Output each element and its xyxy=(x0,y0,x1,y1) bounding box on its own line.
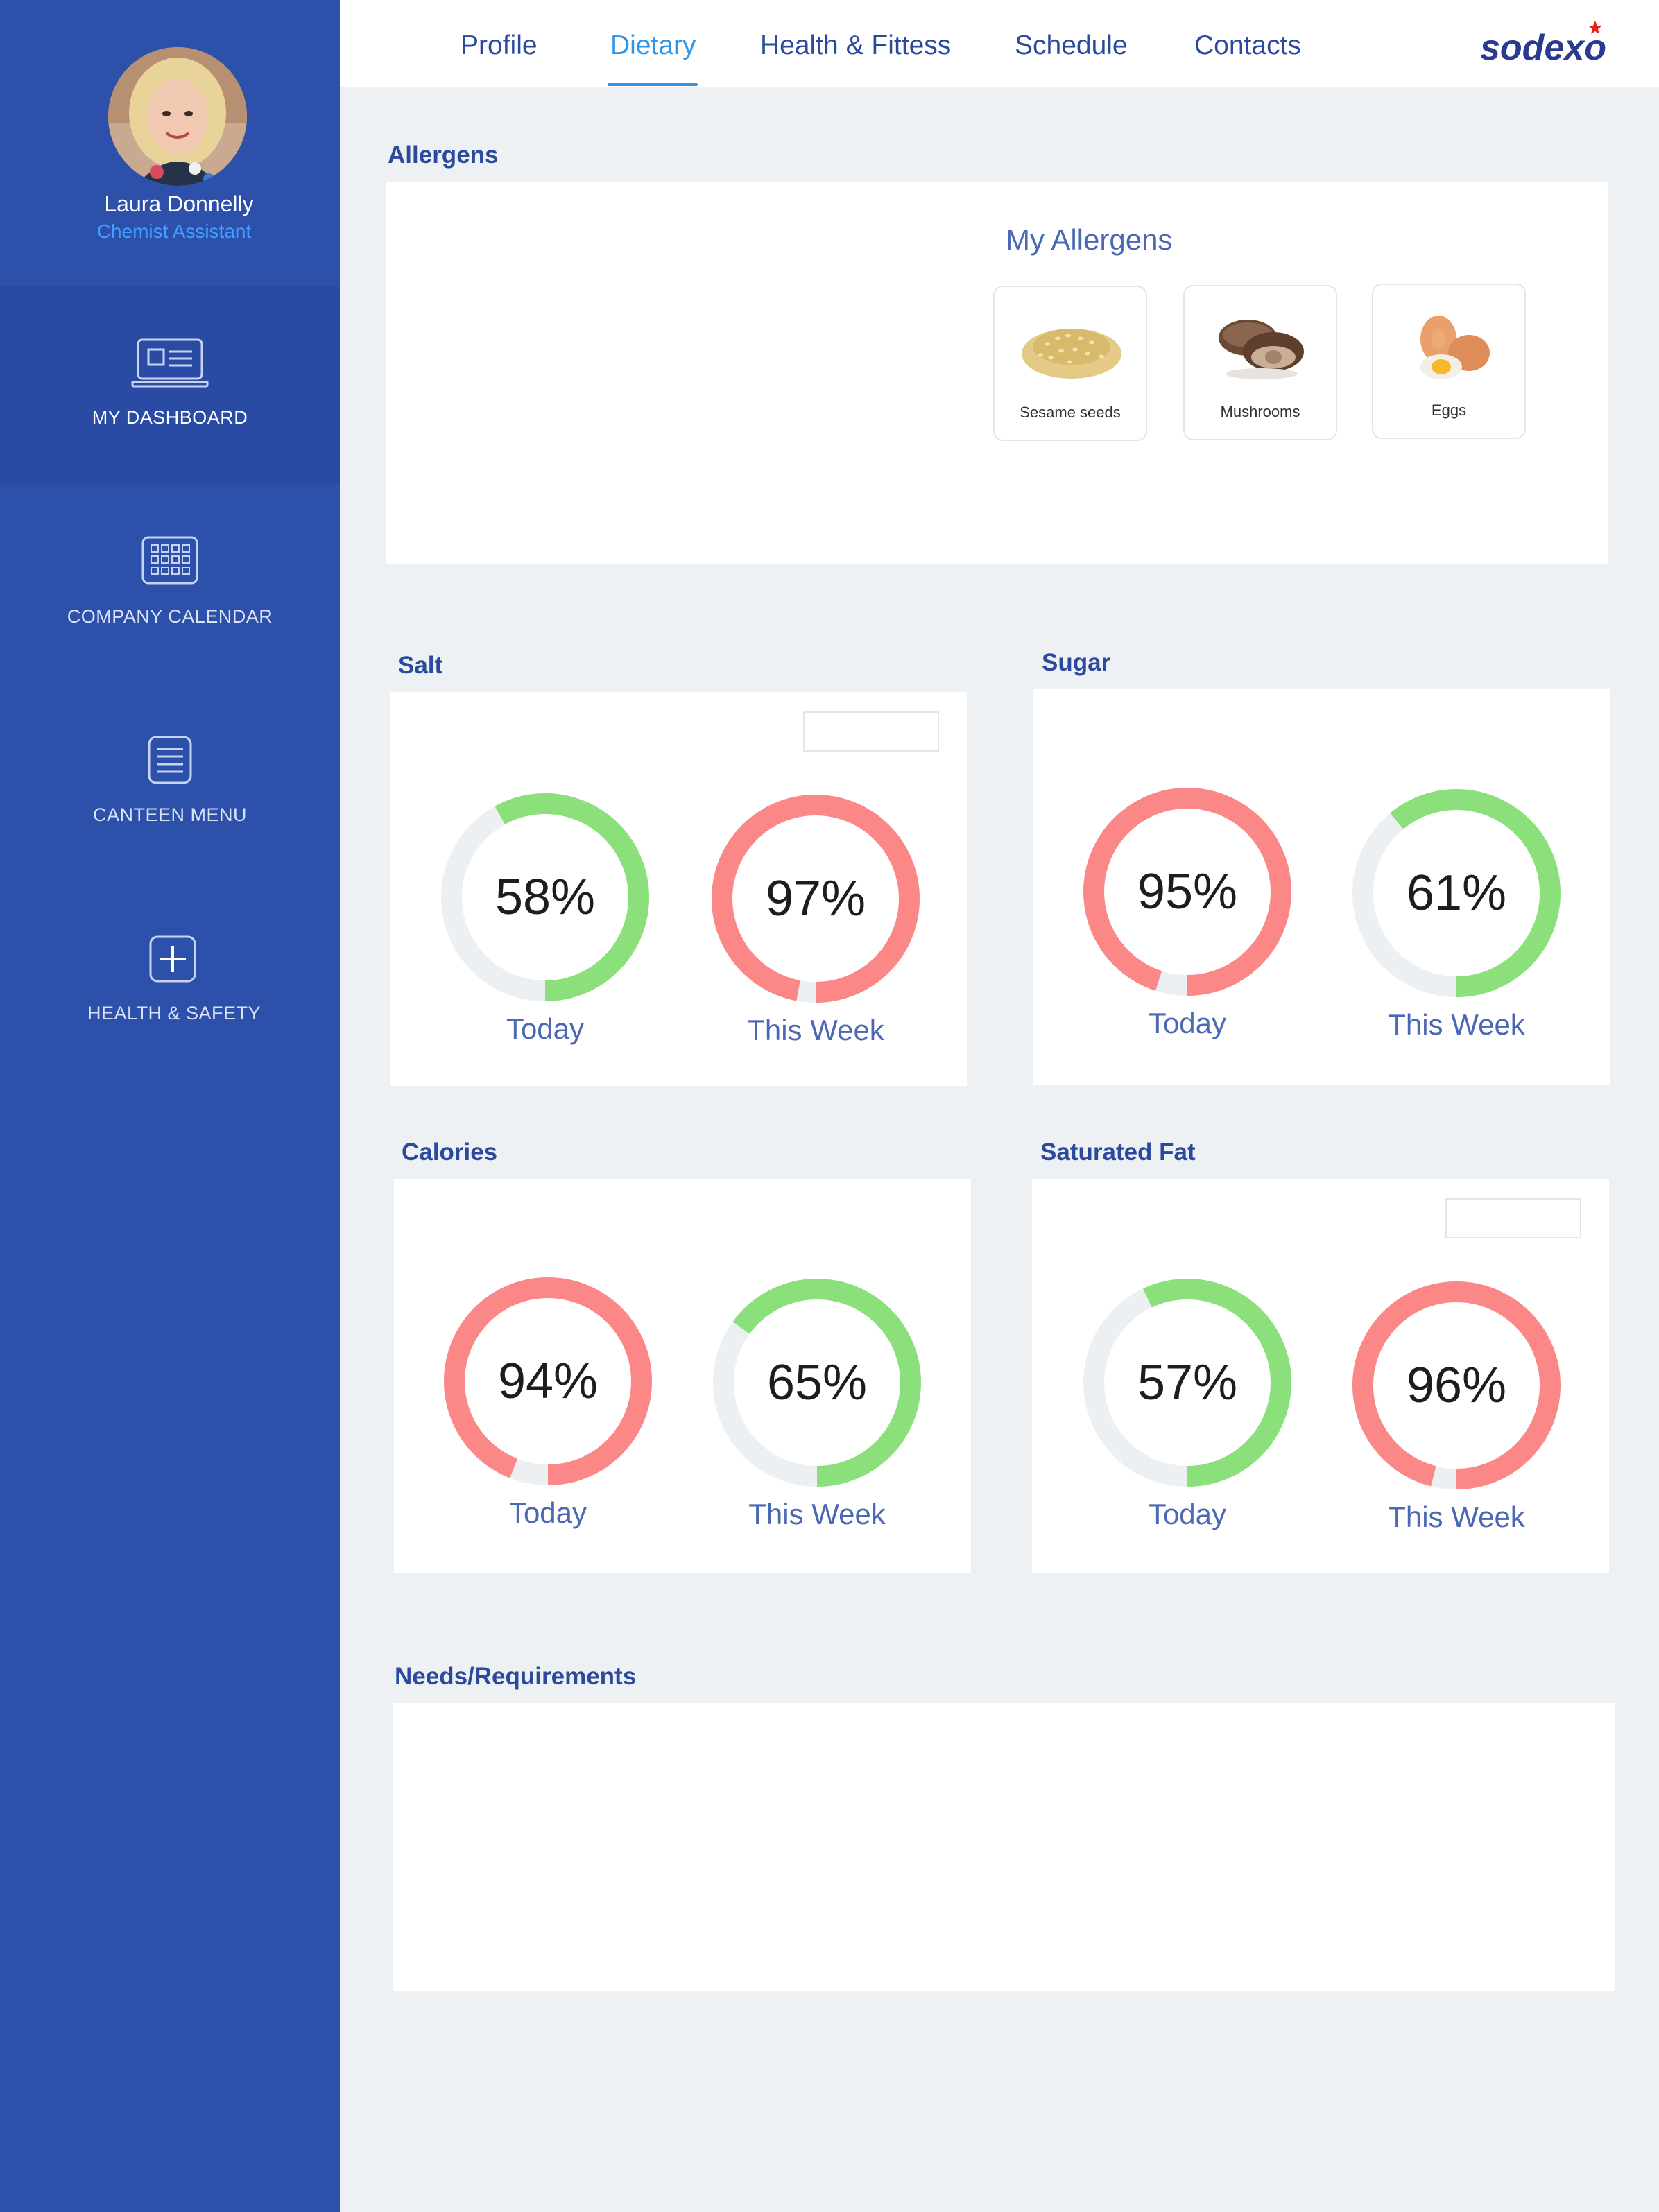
saturated-fat-this-week-gauge: 96% This Week xyxy=(1352,1281,1561,1533)
avatar[interactable] xyxy=(108,47,247,186)
saturated-fat-today-gauge: 57% Today xyxy=(1083,1279,1291,1530)
logo-text: sodexo xyxy=(1480,28,1606,68)
user-name: Laura Donnelly xyxy=(104,191,254,216)
my-allergens-heading: My Allergens xyxy=(1006,223,1173,256)
sidebar-item-label: MY DASHBOARD xyxy=(92,407,248,428)
allergen-label: Sesame seeds xyxy=(1020,404,1121,421)
allergen-label: Eggs xyxy=(1431,401,1467,419)
gauge-label: Today xyxy=(1148,1007,1227,1039)
tab-profile[interactable]: Profile xyxy=(461,31,538,61)
allergen-tile-eggs[interactable]: Eggs xyxy=(1372,284,1526,439)
tab-health-fitness[interactable]: Health & Fittess xyxy=(760,31,951,61)
sidebar-item-label: HEALTH & SAFETY xyxy=(87,1003,261,1023)
gauge-label: Today xyxy=(1148,1498,1227,1530)
gauge-value: 58% xyxy=(495,870,596,925)
sidebar-item-my-dashboard[interactable]: MY DASHBOARD xyxy=(0,286,340,485)
user-role: Chemist Assistant xyxy=(96,221,252,242)
plus-icon xyxy=(149,935,196,983)
active-tab-indicator xyxy=(608,83,698,86)
sidebar-item-label: CANTEEN MENU xyxy=(92,804,247,825)
sidebar-item-label: COMPANY CALENDAR xyxy=(67,606,273,627)
calendar-icon xyxy=(141,536,198,585)
sidebar: Laura Donnelly Chemist Assistant MY DASH… xyxy=(0,0,340,2212)
salt-card: 58% Today 97% This Week xyxy=(390,692,967,1086)
allergens-section-title: Allergens xyxy=(388,141,499,169)
top-navigation: Profile Dietary Health & Fittess Schedul… xyxy=(340,0,1659,87)
sugar-card: 95% Today 61% This Week xyxy=(1033,689,1610,1085)
gauge-label: Today xyxy=(508,1496,587,1529)
allergen-label: Mushrooms xyxy=(1220,403,1300,420)
calories-card: 94% Today 65% This Week xyxy=(394,1179,971,1573)
allergen-tile-mushrooms[interactable]: Mushrooms xyxy=(1183,285,1337,440)
calories-this-week-gauge: 65% This Week xyxy=(713,1279,921,1530)
user-photo xyxy=(108,47,247,186)
allergen-tile-sesame-seeds[interactable]: Sesame seeds xyxy=(993,286,1147,441)
calories-section-title: Calories xyxy=(402,1139,498,1166)
mushrooms-icon xyxy=(1219,320,1304,379)
gauge-value: 96% xyxy=(1406,1358,1507,1413)
gauge-label: This Week xyxy=(1388,1008,1525,1041)
saturated-fat-filter-box[interactable] xyxy=(1445,1198,1581,1238)
sugar-section-title: Sugar xyxy=(1042,649,1111,676)
eggs-icon xyxy=(1420,316,1490,379)
gauge-value: 95% xyxy=(1137,864,1238,919)
sugar-today-gauge: 95% Today xyxy=(1083,788,1291,1039)
laptop-icon xyxy=(131,338,209,388)
gauge-value: 65% xyxy=(766,1355,868,1410)
sidebar-item-company-calendar[interactable]: COMPANY CALENDAR xyxy=(0,485,340,684)
sidebar-item-health-safety[interactable]: HEALTH & SAFETY xyxy=(0,882,340,1080)
saturated-fat-card: 57% Today 96% This Week xyxy=(1032,1179,1609,1573)
gauge-value: 61% xyxy=(1406,865,1507,921)
gauge-value: 57% xyxy=(1137,1355,1238,1410)
gauge-value: 94% xyxy=(497,1354,599,1409)
sesame-seeds-icon xyxy=(1022,329,1121,379)
salt-today-gauge: 58% Today xyxy=(441,793,649,1045)
gauge-label: This Week xyxy=(747,1014,884,1046)
needs-requirements-box[interactable] xyxy=(393,1703,1615,1991)
gauge-value: 97% xyxy=(765,871,866,926)
sugar-this-week-gauge: 61% This Week xyxy=(1352,789,1561,1041)
salt-this-week-gauge: 97% This Week xyxy=(712,795,920,1046)
salt-section-title: Salt xyxy=(398,652,443,679)
tab-dietary[interactable]: Dietary xyxy=(610,31,696,61)
needs-section-title: Needs/Requirements xyxy=(395,1663,637,1690)
tab-schedule[interactable]: Schedule xyxy=(1015,31,1128,61)
salt-filter-box[interactable] xyxy=(803,711,939,752)
gauge-label: This Week xyxy=(1388,1501,1525,1533)
saturated-fat-section-title: Saturated Fat xyxy=(1040,1139,1196,1166)
tab-contacts[interactable]: Contacts xyxy=(1194,31,1301,61)
sodexo-logo[interactable]: sodexo xyxy=(1479,19,1615,68)
gauge-label: This Week xyxy=(748,1498,886,1530)
calories-today-gauge: 94% Today xyxy=(444,1277,652,1529)
sidebar-item-canteen-menu[interactable]: CANTEEN MENU xyxy=(0,684,340,882)
gauge-label: Today xyxy=(506,1012,585,1045)
menu-list-icon xyxy=(148,736,192,784)
